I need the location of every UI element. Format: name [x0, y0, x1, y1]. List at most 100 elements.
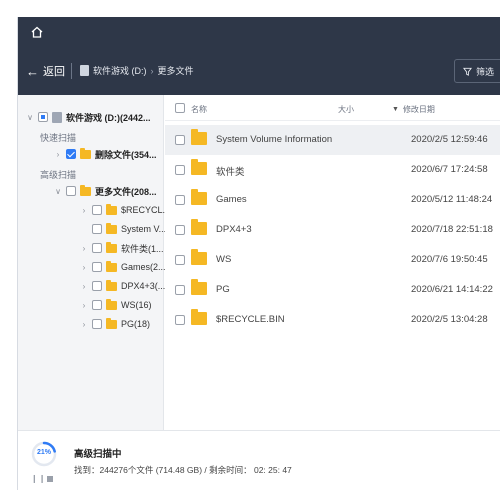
- tree-checkbox[interactable]: [92, 205, 102, 215]
- tree-item-folder[interactable]: › 软件类(1...: [80, 240, 164, 256]
- file-name: $RECYCLE.BIN: [216, 314, 285, 325]
- chevron-right-icon[interactable]: ›: [80, 244, 88, 253]
- folder-icon: [106, 241, 117, 253]
- row-checkbox[interactable]: [175, 165, 185, 175]
- filter-button[interactable]: 筛选: [454, 59, 500, 83]
- folder-icon: [191, 189, 207, 205]
- table-row[interactable]: WS 2020/7/6 19:50:45: [165, 245, 500, 275]
- breadcrumb: 软件游戏 (D:) › 更多文件: [80, 64, 194, 77]
- tree-item-root[interactable]: ∨ 软件游戏 (D:)(2442...: [26, 109, 151, 125]
- table-row[interactable]: PG 2020/6/21 14:14:22: [165, 275, 500, 305]
- drive-icon: [80, 65, 89, 76]
- tree-label-more-files: 更多文件(208...: [95, 186, 157, 197]
- file-list: 名称 大小 ▼ 修改日期 System Volume Information 2…: [165, 95, 500, 447]
- folder-icon: [191, 249, 207, 265]
- arrow-left-icon: ←: [26, 63, 39, 79]
- row-checkbox[interactable]: [175, 135, 185, 145]
- folder-icon: [191, 219, 207, 235]
- chevron-right-icon[interactable]: ›: [80, 206, 88, 215]
- chevron-right-icon[interactable]: ›: [80, 263, 88, 272]
- tree-item-folder[interactable]: › Games(2...: [80, 259, 166, 275]
- file-date: 2020/2/5 12:59:46: [411, 134, 488, 145]
- tree-checkbox[interactable]: [92, 243, 102, 253]
- file-name: WS: [216, 254, 232, 265]
- tree-label: PG(18): [121, 319, 151, 329]
- table-row[interactable]: System Volume Information 2020/2/5 12:59…: [165, 125, 500, 155]
- row-checkbox[interactable]: [175, 195, 185, 205]
- tree-item-folder[interactable]: › $RECYCL...: [80, 202, 170, 218]
- funnel-icon: [463, 67, 472, 76]
- file-name: System Volume Information: [216, 134, 333, 145]
- tree-label: WS(16): [121, 300, 152, 310]
- back-label: 返回: [43, 66, 65, 78]
- table-row[interactable]: DPX4+3 2020/7/18 22:51:18: [165, 215, 500, 245]
- list-header: 名称 大小 ▼ 修改日期: [165, 95, 500, 121]
- row-checkbox[interactable]: [175, 315, 185, 325]
- sort-down-icon: ▼: [392, 106, 399, 113]
- file-date: 2020/6/21 14:14:22: [411, 284, 493, 295]
- drive-icon: [52, 111, 62, 123]
- chevron-right-icon[interactable]: ›: [80, 301, 88, 310]
- folder-icon: [106, 298, 117, 310]
- select-all-checkbox[interactable]: [175, 103, 185, 113]
- chevron-down-icon[interactable]: ∨: [26, 113, 34, 122]
- scan-status-title: 高级扫描中: [74, 449, 122, 460]
- tree-label: 软件类(1...: [121, 243, 164, 254]
- pause-icon[interactable]: ❙❙: [31, 474, 46, 483]
- breadcrumb-item-drive[interactable]: 软件游戏 (D:): [93, 64, 147, 77]
- tree-item-folder[interactable]: › PG(18): [80, 316, 150, 332]
- folder-icon: [80, 184, 91, 196]
- row-checkbox[interactable]: [175, 255, 185, 265]
- folder-icon: [106, 260, 117, 272]
- breadcrumb-item-more-files[interactable]: 更多文件: [158, 64, 194, 77]
- table-row[interactable]: Games 2020/5/12 11:48:24: [165, 185, 500, 215]
- title-bar: [18, 17, 500, 47]
- progress-percent: 21%: [36, 449, 51, 456]
- tree-checkbox-root[interactable]: [38, 112, 48, 122]
- tree-item-folder[interactable]: System V...: [80, 221, 166, 237]
- folder-icon: [191, 279, 207, 295]
- chevron-down-icon[interactable]: ∨: [54, 187, 62, 196]
- tree-checkbox[interactable]: [92, 300, 102, 310]
- tree-item-folder[interactable]: › WS(16): [80, 297, 152, 313]
- column-header-date[interactable]: ▼ 修改日期: [392, 104, 435, 115]
- tree-checkbox-deleted-files[interactable]: [66, 149, 76, 159]
- folder-icon: [106, 279, 117, 291]
- file-date: 2020/6/7 17:24:58: [411, 164, 488, 175]
- chevron-right-icon[interactable]: ›: [54, 150, 62, 159]
- chevron-right-icon[interactable]: ›: [80, 320, 88, 329]
- file-name: Games: [216, 194, 247, 205]
- tree-label: $RECYCL...: [121, 205, 171, 215]
- tree-label: DPX4+3(...: [121, 281, 166, 291]
- tree-checkbox[interactable]: [92, 281, 102, 291]
- sidebar-tree: ∨ 软件游戏 (D:)(2442... 快速扫描 › 删除文件(354... 高…: [18, 95, 170, 447]
- app-window: ← 返回 软件游戏 (D:) › 更多文件 筛选 ∨ 软件游戏 (D:)(244…: [17, 17, 500, 490]
- table-row[interactable]: $RECYCLE.BIN 2020/2/5 13:04:28: [165, 305, 500, 335]
- row-checkbox[interactable]: [175, 285, 185, 295]
- home-icon[interactable]: [30, 25, 44, 39]
- tree-checkbox[interactable]: [92, 319, 102, 329]
- folder-icon: [80, 147, 91, 159]
- tree-item-deleted-files[interactable]: › 删除文件(354...: [54, 146, 157, 162]
- table-row[interactable]: 软件类 2020/6/7 17:24:58: [165, 155, 500, 185]
- tree-label-root: 软件游戏 (D:)(2442...: [66, 112, 151, 123]
- chevron-right-icon[interactable]: ›: [80, 282, 88, 291]
- tree-item-folder[interactable]: › DPX4+3(...: [80, 278, 165, 294]
- back-button[interactable]: ← 返回: [26, 63, 65, 79]
- tree-checkbox-more-files[interactable]: [66, 186, 76, 196]
- tree-checkbox[interactable]: [92, 262, 102, 272]
- row-checkbox[interactable]: [175, 225, 185, 235]
- navigation-bar: ← 返回 软件游戏 (D:) › 更多文件 筛选: [18, 47, 500, 95]
- folder-icon: [191, 159, 207, 175]
- tree-item-more-files[interactable]: ∨ 更多文件(208...: [54, 183, 157, 199]
- file-name: DPX4+3: [216, 224, 252, 235]
- column-header-name[interactable]: 名称: [191, 104, 207, 115]
- tree-label-deleted-files: 删除文件(354...: [95, 149, 157, 160]
- stop-icon[interactable]: [47, 476, 53, 482]
- scan-status-detail: 找到：244276个文件 (714.48 GB) / 剩余时间： 02: 25:…: [74, 465, 292, 475]
- folder-icon: [106, 203, 117, 215]
- folder-icon: [191, 309, 207, 325]
- chevron-right-icon: ›: [150, 65, 154, 76]
- tree-checkbox[interactable]: [92, 224, 102, 234]
- column-header-size[interactable]: 大小: [338, 104, 354, 115]
